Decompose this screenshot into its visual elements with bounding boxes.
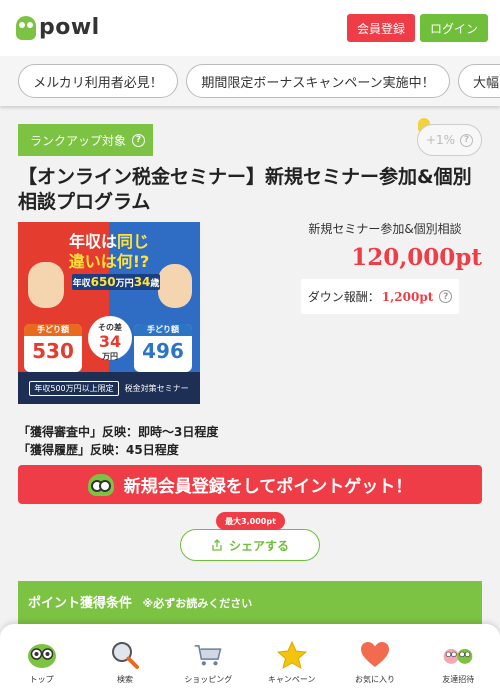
help-icon[interactable]: ?	[132, 133, 146, 147]
offer-subtitle: 新規セミナー参加&個別相談	[308, 222, 462, 236]
thumb-headline-text: 違いは	[68, 252, 117, 271]
campaign-pill[interactable]: メルカリ利用者必見！	[18, 64, 178, 98]
reflect-line: 「獲得審査中」反映：即時～3日程度	[18, 425, 219, 439]
offer-title: 【オンライン税金セミナー】新規セミナー参加&個別相談プログラム	[18, 166, 472, 213]
reflect-line: 「獲得履歴」反映：45日程度	[18, 443, 179, 457]
header: powl 会員登録 ログイン	[0, 0, 500, 56]
nav-item-invite[interactable]: 友達招待	[417, 624, 500, 700]
thumb-text: 年収	[72, 278, 91, 289]
thumb-text: 34	[98, 332, 122, 351]
nav-label: キャンペーン	[267, 675, 316, 684]
rankup-label: ランクアップ対象	[30, 133, 127, 148]
thumb-text: 歳	[150, 278, 160, 289]
thumb-card-head: 手どり額	[24, 324, 82, 336]
nav-item-search[interactable]: 検索	[83, 624, 166, 700]
thumb-text: 34	[133, 275, 151, 289]
campaign-strip: メルカリ利用者必見！ 期間限定ボーナスキャンペーン実施中！ 大幅	[0, 56, 500, 106]
thumb-takehome-card: 手どり額 496	[134, 324, 192, 372]
signup-cta-button[interactable]: 新規会員登録をしてポイントゲット！	[18, 465, 482, 504]
thumb-headline-text: 同じ	[117, 232, 150, 251]
thumb-text: 万円	[102, 352, 118, 361]
login-button[interactable]: ログイン	[420, 14, 488, 42]
owl-logo-icon	[16, 15, 36, 40]
thumb-headline-text: 何!?	[116, 252, 150, 271]
cart-icon	[194, 645, 222, 666]
down-reward-box: ダウン報酬： 1,200pt ?	[301, 279, 459, 314]
cta-label: 新規会員登録をしてポイントゲット！	[123, 477, 413, 497]
offer-thumbnail: 年収は同じ 違いは何!? 年収 650 万円 34 歳 手どり額 530 手どり…	[18, 222, 200, 404]
star-icon	[276, 640, 307, 670]
share-max-badge: 最大3,000pt	[216, 512, 285, 530]
nav-label: 友達招待	[442, 675, 475, 684]
thumb-text: 650	[90, 275, 116, 289]
thumb-income-bar: 年収 650 万円 34 歳	[72, 274, 160, 290]
nav-item-favorites[interactable]: お気に入り	[333, 624, 416, 700]
thumb-takehome-card: 手どり額 530	[24, 324, 82, 372]
thumb-text: 税金対策セミナー	[124, 383, 189, 393]
help-icon[interactable]: ?	[439, 290, 453, 303]
campaign-pill[interactable]: 大幅	[458, 64, 500, 98]
rank-rate-label: +1%	[425, 133, 456, 147]
owl-icon	[27, 644, 56, 668]
owl-icon	[87, 473, 114, 496]
friends-icon	[443, 648, 473, 664]
heart-icon	[360, 642, 389, 667]
nav-item-campaign[interactable]: キャンペーン	[250, 624, 333, 700]
campaign-pill[interactable]: 期間限定ボーナスキャンペーン実施中！	[186, 64, 450, 98]
thumb-headline-text: 年収は	[68, 232, 117, 251]
conditions-header[interactable]: ポイント獲得条件 ※必ずお読みください	[18, 581, 482, 625]
share-button[interactable]: シェアする	[180, 529, 320, 561]
down-reward-amount: 1,200pt	[381, 289, 434, 304]
nav-item-shopping[interactable]: ショッピング	[167, 624, 250, 700]
rankup-tag: ランクアップ対象 ?	[18, 124, 153, 156]
thumb-diff-badge: その差 34 万円	[88, 316, 132, 361]
logo-text: powl	[39, 15, 100, 40]
down-reward-label: ダウン報酬：	[307, 290, 380, 304]
thumb-text: 年収500万円以上限定	[29, 380, 119, 396]
share-icon	[212, 539, 222, 551]
conditions-note: ※必ずお読みください	[142, 597, 253, 610]
logo[interactable]: powl	[16, 15, 100, 40]
conditions-title: ポイント獲得条件	[28, 596, 133, 611]
nav-label: 検索	[116, 675, 133, 684]
thumb-card-num: 496	[142, 339, 184, 363]
register-button[interactable]: 会員登録	[347, 14, 415, 42]
help-icon[interactable]: ?	[460, 133, 474, 147]
thumb-text: 万円	[115, 278, 134, 289]
search-icon	[111, 642, 139, 669]
nav-label: ショッピング	[184, 675, 233, 684]
thumb-card-head: 手どり額	[134, 324, 192, 336]
bottom-nav: トップ 検索 ショッピング キャンペーン お気に入り 友達招待	[0, 624, 500, 700]
nav-label: お気に入り	[354, 675, 395, 684]
thumb-footer: 年収500万円以上限定 税金対策セミナー	[18, 372, 200, 404]
rank-rate-box: +1% ?	[417, 124, 482, 156]
nav-item-top[interactable]: トップ	[0, 624, 83, 700]
reflect-info: 「獲得審査中」反映：即時～3日程度 「獲得履歴」反映：45日程度	[18, 423, 218, 459]
thumb-headline: 年収は同じ 違いは何!?	[18, 232, 200, 272]
nav-label: トップ	[29, 675, 54, 684]
share-label: シェアする	[228, 538, 289, 553]
offer-points: 120,000pt	[351, 244, 482, 271]
thumb-card-num: 530	[32, 339, 74, 363]
